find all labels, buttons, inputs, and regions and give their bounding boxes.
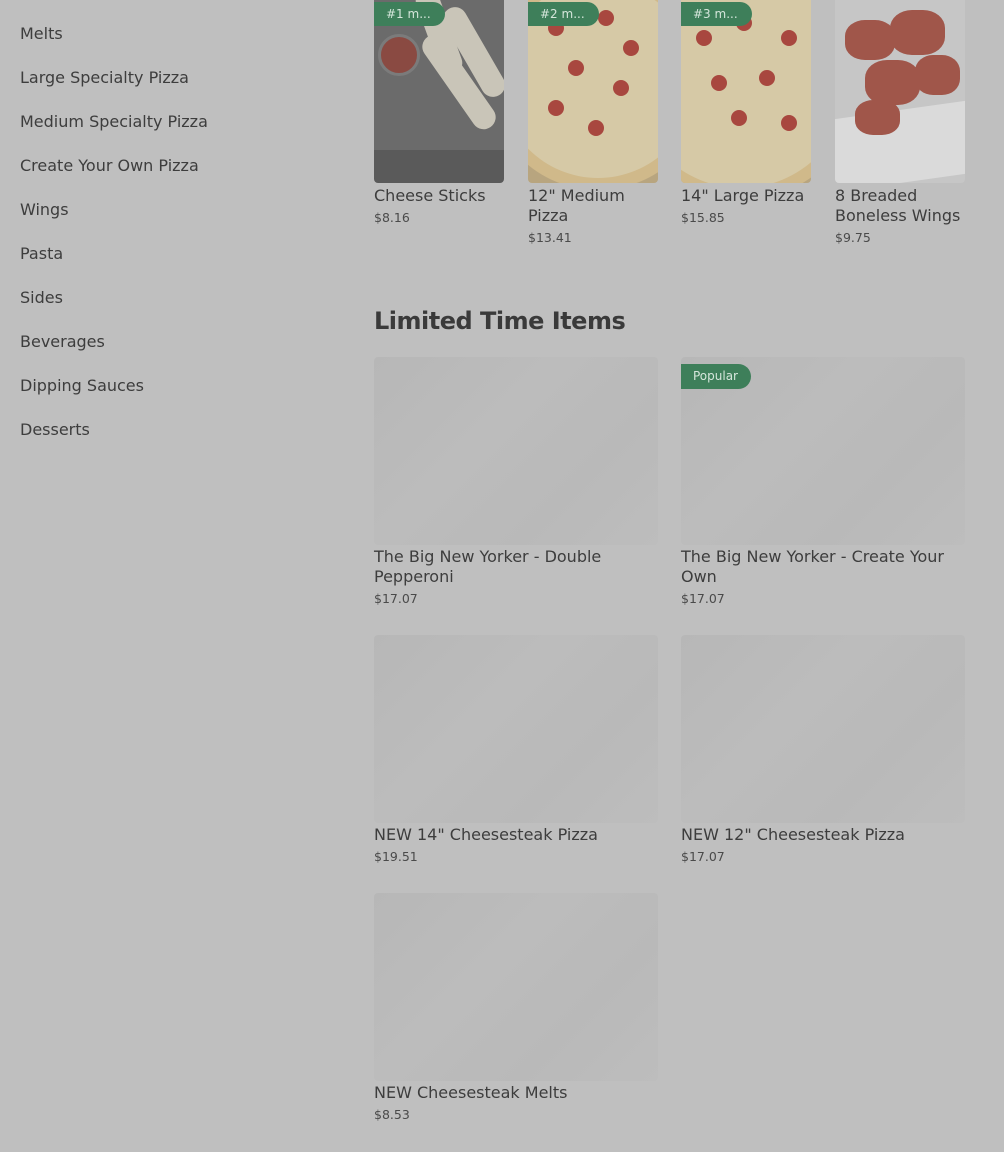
rank-badge: #3 m... — [681, 2, 752, 26]
item-price: $19.51 — [374, 849, 418, 864]
limited-item-card[interactable]: The Big New Yorker - Double Pepperoni $1… — [374, 357, 658, 609]
item-image — [374, 357, 658, 545]
item-image: #2 m... — [528, 0, 658, 183]
popular-items-carousel: #1 m... Cheese Sticks $8.16 #2 m... 12" … — [374, 0, 1004, 260]
section-title-limited-time: Limited Time Items — [374, 307, 626, 335]
item-price: $15.85 — [681, 210, 725, 225]
item-image — [374, 635, 658, 823]
item-image — [374, 893, 658, 1081]
item-image: #3 m... — [681, 0, 811, 183]
sidebar-item-melts[interactable]: Melts — [20, 20, 320, 64]
sidebar-item-large-specialty-pizza[interactable]: Large Specialty Pizza — [20, 64, 320, 108]
limited-item-card[interactable]: NEW 14" Cheesesteak Pizza $19.51 — [374, 635, 658, 867]
item-price: $17.07 — [374, 591, 418, 606]
item-title: The Big New Yorker - Double Pepperoni — [374, 547, 602, 586]
item-price: $8.53 — [374, 1107, 410, 1122]
sidebar-item-wings[interactable]: Wings — [20, 196, 320, 240]
sidebar-item-dipping-sauces[interactable]: Dipping Sauces — [20, 372, 320, 416]
popular-badge: Popular — [681, 364, 751, 389]
item-image: #1 m... — [374, 0, 504, 183]
rank-badge: #2 m... — [528, 2, 599, 26]
item-title: NEW 14" Cheesesteak Pizza — [374, 825, 598, 844]
rank-badge: #1 m... — [374, 2, 445, 26]
item-title: 12" Medium Pizza — [528, 186, 625, 225]
item-price: $17.07 — [681, 591, 725, 606]
limited-item-card[interactable]: NEW 12" Cheesesteak Pizza $17.07 — [681, 635, 965, 867]
popular-item-card[interactable]: #3 m... 14" Large Pizza $15.85 — [681, 0, 811, 228]
item-image: Popular — [681, 357, 965, 545]
sidebar-item-beverages[interactable]: Beverages — [20, 328, 320, 372]
sidebar-item-medium-specialty-pizza[interactable]: Medium Specialty Pizza — [20, 108, 320, 152]
item-title: The Big New Yorker - Create Your Own — [681, 547, 944, 586]
sidebar-item-pasta[interactable]: Pasta — [20, 240, 320, 284]
popular-item-card[interactable]: #1 m... Cheese Sticks $8.16 — [374, 0, 504, 228]
item-price: $17.07 — [681, 849, 725, 864]
item-price: $8.16 — [374, 210, 410, 225]
item-title: Cheese Sticks — [374, 186, 486, 205]
item-price: $13.41 — [528, 230, 572, 245]
sidebar-item-create-your-own-pizza[interactable]: Create Your Own Pizza — [20, 152, 320, 196]
sidebar-item-sides[interactable]: Sides — [20, 284, 320, 328]
item-price: $9.75 — [835, 230, 871, 245]
limited-item-card[interactable]: NEW Cheesesteak Melts $8.53 — [374, 893, 658, 1125]
item-image — [681, 635, 965, 823]
item-title: 8 Breaded Boneless Wings — [835, 186, 961, 225]
item-image — [835, 0, 965, 183]
item-title: NEW Cheesesteak Melts — [374, 1083, 568, 1102]
sidebar-item-desserts[interactable]: Desserts — [20, 416, 320, 460]
item-title: 14" Large Pizza — [681, 186, 805, 205]
popular-item-card[interactable]: #2 m... 12" Medium Pizza $13.41 — [528, 0, 658, 248]
item-title: NEW 12" Cheesesteak Pizza — [681, 825, 905, 844]
limited-item-card[interactable]: Popular The Big New Yorker - Create Your… — [681, 357, 965, 609]
category-sidebar: Melts Large Specialty Pizza Medium Speci… — [20, 20, 320, 460]
popular-item-card[interactable]: 8 Breaded Boneless Wings $9.75 — [835, 0, 965, 248]
